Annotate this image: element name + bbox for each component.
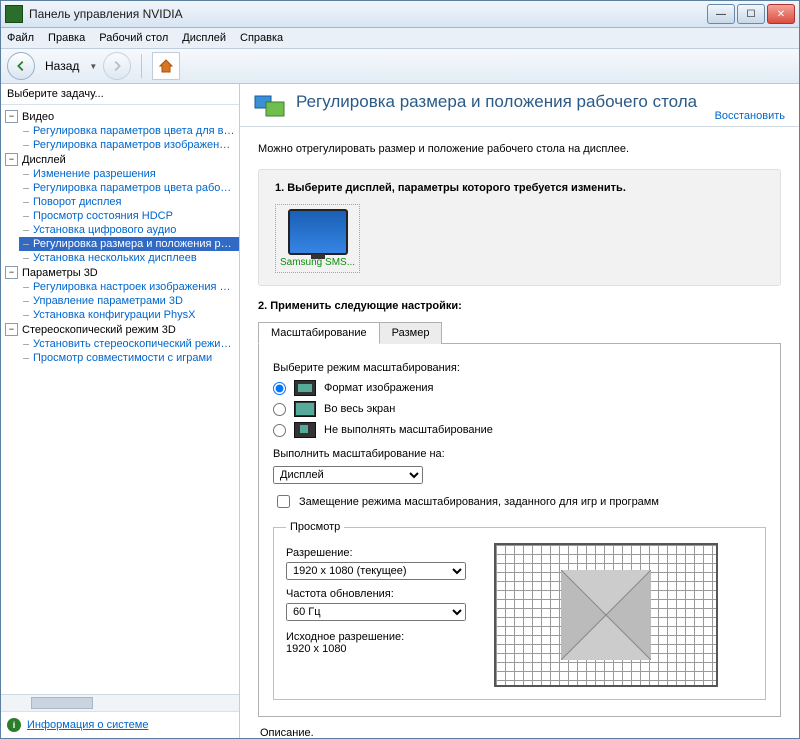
fullscreen-icon: [294, 401, 316, 417]
scaling-mode-label: Выберите режим масштабирования:: [273, 362, 766, 374]
preview-image: [494, 543, 718, 687]
tree-item[interactable]: Регулировка параметров изображения для в…: [19, 138, 239, 152]
native-res-value: 1920 x 1080: [286, 643, 476, 655]
override-label: Замещение режима масштабирования, заданн…: [299, 496, 659, 508]
tree-item[interactable]: Изменение разрешения: [19, 167, 239, 181]
step1-title: 1. Выберите дисплей, параметры которого …: [275, 182, 764, 194]
tree-group-label: Стереоскопический режим 3D: [22, 324, 176, 336]
radio-aspect-label: Формат изображения: [324, 382, 434, 394]
refresh-select[interactable]: 60 Гц: [286, 603, 466, 621]
content-area: Регулировка размера и положения рабочего…: [240, 84, 799, 738]
tree-toggle-icon[interactable]: −: [5, 266, 18, 279]
tree-item[interactable]: Регулировка параметров цвета рабочего ст…: [19, 181, 239, 195]
menu-edit[interactable]: Правка: [48, 32, 85, 44]
tree-toggle-icon[interactable]: −: [5, 110, 18, 123]
monitor-icon: [288, 209, 348, 255]
settings-tabs: Масштабирование Размер: [258, 322, 781, 344]
toolbar: Назад ▼: [1, 49, 799, 84]
sidebar-h-scrollbar[interactable]: [1, 694, 239, 711]
tree-item[interactable]: Просмотр состояния HDCP: [19, 209, 239, 223]
back-button[interactable]: [7, 52, 35, 80]
toolbar-divider: [141, 54, 142, 78]
radio-full-input[interactable]: [273, 403, 286, 416]
tree-item[interactable]: Регулировка размера и положения рабочего…: [19, 237, 239, 251]
refresh-label: Частота обновления:: [286, 588, 476, 600]
perform-on-label: Выполнить масштабирование на:: [273, 448, 766, 460]
tab-scaling[interactable]: Масштабирование: [258, 322, 380, 344]
tree-group-label: Видео: [22, 111, 54, 123]
resolution-label: Разрешение:: [286, 547, 476, 559]
info-icon: i: [7, 718, 21, 732]
menu-display[interactable]: Дисплей: [182, 32, 226, 44]
native-res-label: Исходное разрешение:: [286, 631, 476, 643]
task-tree: −ВидеоРегулировка параметров цвета для в…: [1, 105, 239, 694]
tree-item[interactable]: Установка конфигурации PhysX: [19, 308, 239, 322]
minimize-button[interactable]: —: [707, 4, 735, 24]
tree-item[interactable]: Регулировка настроек изображения с просм…: [19, 280, 239, 294]
tree-group-1[interactable]: −Дисплей: [1, 152, 239, 167]
tree-group-label: Дисплей: [22, 154, 66, 166]
tab-size[interactable]: Размер: [379, 322, 443, 344]
preview-legend: Просмотр: [286, 521, 344, 533]
radio-aspect-ratio[interactable]: Формат изображения: [273, 380, 766, 396]
radio-no-scaling[interactable]: Не выполнять масштабирование: [273, 422, 766, 438]
menu-desktop[interactable]: Рабочий стол: [99, 32, 168, 44]
tree-item[interactable]: Поворот дисплея: [19, 195, 239, 209]
aspect-icon: [294, 380, 316, 396]
nvidia-icon: [5, 5, 23, 23]
step1-panel: 1. Выберите дисплей, параметры которого …: [258, 169, 781, 286]
radio-none-input[interactable]: [273, 424, 286, 437]
resolution-select[interactable]: 1920 x 1080 (текущее): [286, 562, 466, 580]
page-icon: [254, 92, 286, 120]
tree-item[interactable]: Установка нескольких дисплеев: [19, 251, 239, 265]
override-checkbox-row[interactable]: Замещение режима масштабирования, заданн…: [273, 492, 766, 511]
page-header: Регулировка размера и положения рабочего…: [240, 84, 799, 127]
titlebar: Панель управления NVIDIA — ☐ ✕: [1, 1, 799, 28]
tree-toggle-icon[interactable]: −: [5, 323, 18, 336]
page-title: Регулировка размера и положения рабочего…: [296, 92, 785, 112]
tree-item[interactable]: Установка цифрового аудио: [19, 223, 239, 237]
description-label: Описание.: [260, 727, 779, 738]
tree-group-3[interactable]: −Стереоскопический режим 3D: [1, 322, 239, 337]
tree-item[interactable]: Просмотр совместимости с играми: [19, 351, 239, 365]
window-title: Панель управления NVIDIA: [29, 7, 707, 21]
maximize-button[interactable]: ☐: [737, 4, 765, 24]
display-thumbnail[interactable]: Samsung SMS...: [275, 204, 360, 273]
tree-item[interactable]: Регулировка параметров цвета для видео: [19, 124, 239, 138]
close-button[interactable]: ✕: [767, 4, 795, 24]
nvidia-control-panel-window: Панель управления NVIDIA — ☐ ✕ Файл Прав…: [0, 0, 800, 739]
preview-fieldset: Просмотр Разрешение: 1920 x 1080 (текуще…: [273, 521, 766, 700]
radio-fullscreen[interactable]: Во весь экран: [273, 401, 766, 417]
restore-defaults-link[interactable]: Восстановить: [715, 110, 785, 122]
sidebar-footer: i Информация о системе: [1, 711, 239, 738]
radio-aspect-input[interactable]: [273, 382, 286, 395]
tree-group-label: Параметры 3D: [22, 267, 98, 279]
menu-help[interactable]: Справка: [240, 32, 283, 44]
intro-text: Можно отрегулировать размер и положение …: [258, 143, 781, 155]
perform-on-select[interactable]: Дисплей: [273, 466, 423, 484]
tree-group-2[interactable]: −Параметры 3D: [1, 265, 239, 280]
tab-content-scaling: Выберите режим масштабирования: Формат и…: [258, 343, 781, 717]
back-dropdown-icon[interactable]: ▼: [89, 62, 97, 71]
sidebar: Выберите задачу... −ВидеоРегулировка пар…: [1, 84, 240, 738]
tree-item[interactable]: Управление параметрами 3D: [19, 294, 239, 308]
sidebar-header: Выберите задачу...: [1, 84, 239, 105]
radio-full-label: Во весь экран: [324, 403, 395, 415]
tree-item[interactable]: Установить стереоскопический режим 3D: [19, 337, 239, 351]
no-scaling-icon: [294, 422, 316, 438]
radio-none-label: Не выполнять масштабирование: [324, 424, 493, 436]
override-checkbox[interactable]: [277, 495, 290, 508]
tree-toggle-icon[interactable]: −: [5, 153, 18, 166]
forward-button[interactable]: [103, 52, 131, 80]
menu-file[interactable]: Файл: [7, 32, 34, 44]
home-button[interactable]: [152, 52, 180, 80]
system-info-link[interactable]: Информация о системе: [27, 719, 148, 731]
step2-title: 2. Применить следующие настройки:: [258, 300, 781, 312]
tree-group-0[interactable]: −Видео: [1, 109, 239, 124]
menubar: Файл Правка Рабочий стол Дисплей Справка: [1, 28, 799, 49]
back-label: Назад: [45, 59, 79, 73]
